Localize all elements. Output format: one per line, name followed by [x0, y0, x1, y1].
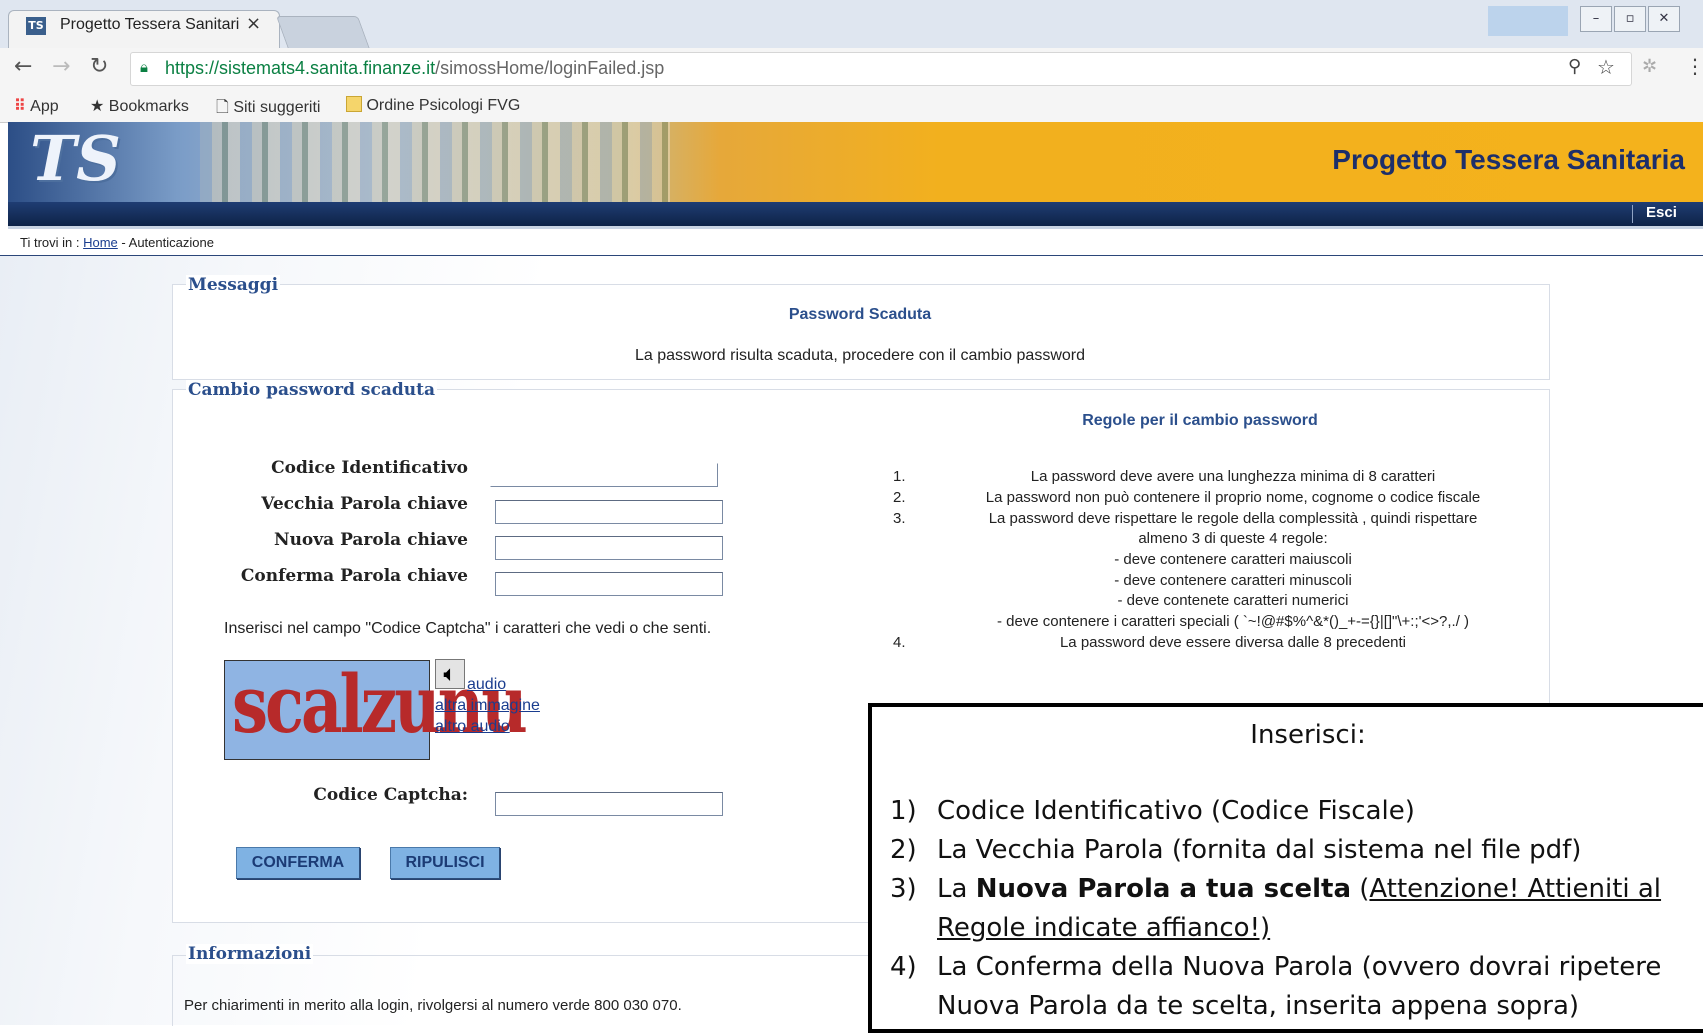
password-rules-title: Regole per il cambio password — [1082, 412, 1318, 429]
site-navbar — [8, 202, 1703, 226]
conferma-parola-input[interactable] — [495, 572, 723, 596]
forward-arrow-icon[interactable]: → — [52, 54, 70, 79]
browser-menu-icon[interactable]: ⋮ — [1685, 54, 1703, 78]
callout-text-part: La — [937, 874, 976, 904]
bookmark-label: Bookmarks — [108, 98, 189, 115]
back-arrow-icon[interactable]: ← — [14, 54, 32, 79]
key-icon[interactable]: ⚲ — [1568, 56, 1581, 77]
callout-underlined-text: Attenzione! Attieniti al — [1369, 874, 1662, 904]
breadcrumb-current: - Autenticazione — [121, 235, 214, 250]
page-icon: 🗋︎ — [216, 99, 229, 116]
callout-underlined-text: Regole indicate affianco!) — [937, 913, 1271, 943]
folder-icon — [346, 96, 362, 112]
url-host: https://sistemats4.sanita.finanze.it — [165, 58, 436, 78]
callout-item-number: 2) — [890, 835, 917, 865]
expired-password-heading: Password Scaduta — [788, 306, 932, 323]
window-controls: – ▫ ✕ — [1578, 6, 1680, 32]
codice-identificativo-label: Codice Identificativo — [271, 458, 468, 478]
callout-item-text: La Conferma della Nuova Parola (ovvero d… — [937, 952, 1662, 982]
callout-heading: Inserisci: — [1250, 720, 1366, 750]
vecchia-parola-input[interactable] — [495, 500, 723, 524]
callout-item-text: La Nuova Parola a tua scelta (Attenzione… — [937, 874, 1693, 904]
callout-text-part: ( — [1351, 874, 1370, 904]
tab-title: Progetto Tessera Sanitari — [60, 16, 240, 33]
callout-item-number: 1) — [890, 796, 917, 826]
bookmark-suggested-sites[interactable]: 🗋︎ Siti suggeriti — [216, 96, 320, 123]
rule-text: La password deve rispettare le regole de… — [988, 510, 1478, 527]
callout-item-text: La Vecchia Parola (fornita dal sistema n… — [937, 835, 1582, 865]
close-window-icon[interactable]: ✕ — [1648, 6, 1680, 32]
nuova-parola-input[interactable] — [495, 536, 723, 560]
vecchia-parola-label: Vecchia Parola chiave — [261, 494, 468, 514]
bookmark-bookmarks[interactable]: ★ Bookmarks — [90, 96, 189, 116]
breadcrumb-home-link[interactable]: Home — [83, 235, 118, 250]
extension-icon[interactable]: ✲ — [1642, 56, 1657, 77]
rule-text: - deve contenere caratteri minuscoli — [1114, 572, 1352, 589]
lock-icon[interactable]: 🔒︎ — [140, 58, 148, 76]
star-icon: ★ — [90, 98, 105, 115]
conferma-parola-label: Conferma Parola chiave — [240, 566, 468, 586]
speaker-icon[interactable]: 🔈︎ — [435, 659, 465, 689]
instruction-callout — [868, 703, 1703, 1033]
info-text: Per chiarimenti in merito alla login, ri… — [184, 997, 682, 1014]
change-password-section-title: Cambio password scaduta — [186, 380, 437, 400]
profile-area — [1488, 6, 1568, 36]
callout-item-text: Nuova Parola da te scelta, inserita appe… — [937, 991, 1580, 1021]
rule-text: La password deve avere una lunghezza min… — [1030, 468, 1436, 485]
breadcrumb: Ti trovi in : Home - Autenticazione — [20, 235, 214, 250]
info-panel — [172, 955, 893, 1026]
rule-number: 2. — [893, 489, 906, 506]
navbar-divider — [1632, 205, 1633, 223]
info-section-title: Informazioni — [186, 944, 314, 964]
rule-text: - deve contenere i caratteri speciali ( … — [996, 613, 1470, 630]
messages-panel — [172, 284, 1550, 380]
confirm-button[interactable]: CONFERMA — [236, 847, 360, 879]
site-title: Progetto Tessera Sanitaria — [1332, 144, 1685, 175]
messages-section-title: Messaggi — [186, 275, 281, 295]
callout-bold-text: Nuova Parola a tua scelta — [975, 874, 1351, 904]
captcha-code-input[interactable] — [495, 792, 723, 816]
callout-item-number: 4) — [890, 952, 917, 982]
pharmacy-photo — [200, 122, 670, 202]
rule-text: La password non può contenere il proprio… — [985, 489, 1481, 506]
ts-logo: TS — [30, 122, 121, 195]
reset-button[interactable]: RIPULISCI — [390, 847, 500, 879]
bookmark-label: App — [30, 98, 59, 115]
callout-item-text: Codice Identificativo (Codice Fiscale) — [937, 796, 1415, 826]
reload-icon[interactable]: ↻ — [90, 54, 108, 79]
captcha-instructions: Inserisci nel campo "Codice Captcha" i c… — [224, 620, 712, 637]
minimize-icon[interactable]: – — [1580, 6, 1612, 32]
bookmark-star-icon[interactable]: ☆ — [1597, 55, 1615, 79]
apps-grid-icon: ⠿ — [14, 98, 26, 115]
rule-text: almeno 3 di queste 4 regole: — [1138, 530, 1328, 547]
rule-number: 1. — [893, 468, 906, 485]
new-tab-button[interactable] — [275, 16, 371, 49]
expired-password-message: La password risulta scaduta, procedere c… — [634, 347, 1085, 364]
callout-item-number: 3) — [890, 874, 917, 904]
rule-text: - deve contenete caratteri numerici — [1117, 592, 1349, 609]
bookmark-label: Ordine Psicologi FVG — [366, 97, 521, 114]
tab-favicon-icon: TS — [26, 17, 46, 35]
breadcrumb-prefix: Ti trovi in : — [20, 235, 80, 250]
captcha-new-audio-link[interactable]: altro audio — [435, 718, 510, 736]
bookmark-ordine-psicologi[interactable]: Ordine Psicologi FVG — [346, 96, 520, 115]
bookmark-label: Siti suggeriti — [233, 99, 321, 116]
rule-number: 3. — [893, 510, 906, 527]
captcha-code-label: Codice Captcha: — [313, 785, 468, 805]
url-text[interactable]: https://sistemats4.sanita.finanze.it/sim… — [165, 58, 664, 79]
logout-link[interactable]: Esci — [1646, 204, 1677, 221]
restore-icon[interactable]: ▫ — [1614, 6, 1646, 32]
rule-text: La password deve essere diversa dalle 8 … — [1059, 634, 1407, 651]
codice-identificativo-input[interactable] — [490, 463, 718, 487]
url-path: /simossHome/loginFailed.jsp — [435, 58, 665, 78]
nuova-parola-label: Nuova Parola chiave — [274, 530, 468, 550]
close-tab-icon[interactable]: × — [246, 13, 261, 34]
captcha-audio-link[interactable]: audio — [467, 676, 506, 694]
navbar-underline — [8, 226, 1703, 229]
bookmark-apps[interactable]: ⠿ App — [14, 96, 59, 116]
captcha-new-image-link[interactable]: altra immagine — [435, 697, 540, 715]
rule-text: - deve contenere caratteri maiuscoli — [1114, 551, 1352, 568]
rule-number: 4. — [893, 634, 906, 651]
